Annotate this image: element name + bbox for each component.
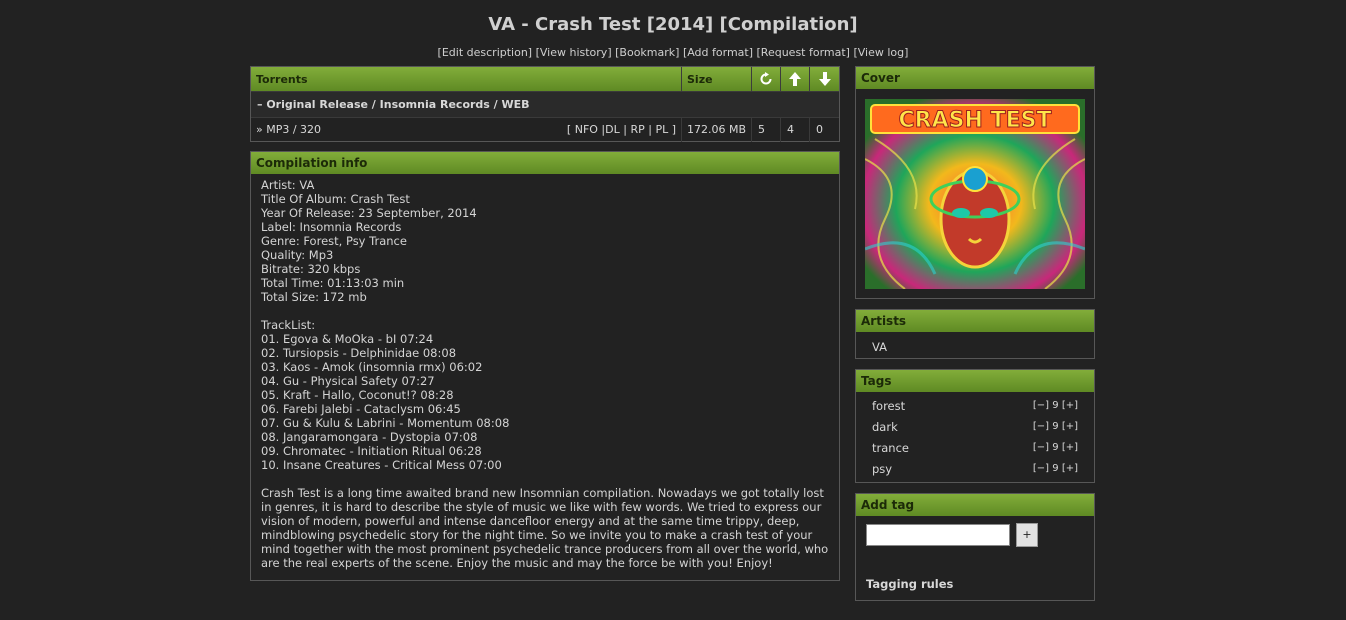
description-line: vision of modern, powerful and intense d… <box>261 514 800 528</box>
header-torrents: Torrents <box>256 72 308 86</box>
compilation-info-box: Compilation info Artist: VA Title Of Alb… <box>250 151 840 581</box>
album-cover-image[interactable]: CRASH TEST <box>865 99 1085 289</box>
info-detail: Quality: Mp3 <box>261 248 334 262</box>
nfo-link[interactable]: NFO <box>575 123 598 136</box>
seeders-count: 4 <box>780 117 809 142</box>
track-item: 04. Gu - Physical Safety 07:27 <box>261 374 435 388</box>
track-item: 02. Tursiopsis - Delphinidae 08:08 <box>261 346 457 360</box>
request-format-link[interactable]: [Request format] <box>757 46 850 59</box>
info-detail: Artist: VA <box>261 178 315 192</box>
track-item: 05. Kraft - Hallo, Coconut!? 08:28 <box>261 388 454 402</box>
tags-title: Tags <box>856 370 1094 392</box>
tag-link[interactable]: forest <box>872 399 905 413</box>
torrent-format-row: » MP3 / 320 [ NFO |DL | RP | PL ] 172.06… <box>251 117 839 142</box>
torrent-size: 172.06 MB <box>681 117 751 142</box>
tag-item: forest [−] 9 [+] <box>856 395 1094 416</box>
track-item: 07. Gu & Kulu & Labrini - Momentum 08:08 <box>261 416 510 430</box>
cover-title: Cover <box>856 67 1094 89</box>
track-item: 10. Insane Creatures - Critical Mess 07:… <box>261 458 502 472</box>
tag-vote-down[interactable]: [−] <box>1033 421 1049 432</box>
add-tag-box: Add tag + Tagging rules <box>855 493 1095 601</box>
track-item: 01. Egova & MoOka - bI 07:24 <box>261 332 434 346</box>
view-history-link[interactable]: [View history] <box>536 46 612 59</box>
tag-link[interactable]: dark <box>872 420 898 434</box>
info-detail: Genre: Forest, Psy Trance <box>261 234 407 248</box>
info-detail: Year Of Release: 23 September, 2014 <box>261 206 477 220</box>
format-link[interactable]: » MP3 / 320 <box>256 123 321 136</box>
cover-box: Cover CRASH TEST <box>855 66 1095 299</box>
add-tag-title: Add tag <box>856 494 1094 516</box>
tagging-rules-link[interactable]: Tagging rules <box>866 577 953 591</box>
snatches-header <box>751 67 780 91</box>
artists-box: Artists VA <box>855 309 1095 359</box>
tag-vote-up[interactable]: [+] <box>1062 463 1078 474</box>
tag-item: trance [−] 9 [+] <box>856 437 1094 458</box>
add-format-link[interactable]: [Add format] <box>683 46 753 59</box>
track-item: 08. Jangaramongara - Dystopia 07:08 <box>261 430 478 444</box>
compilation-info-body: Artist: VA Title Of Album: Crash Test Ye… <box>251 174 839 570</box>
tag-item: dark [−] 9 [+] <box>856 416 1094 437</box>
description-line: mind together with the most prominent ps… <box>261 542 829 556</box>
tag-link[interactable]: trance <box>872 441 909 455</box>
artist-link[interactable]: VA <box>856 332 1094 354</box>
view-log-link[interactable]: [View log] <box>853 46 908 59</box>
rp-link[interactable]: RP <box>630 123 644 136</box>
description-line: Crash Test is a long time awaited brand … <box>261 486 824 500</box>
tag-link[interactable]: psy <box>872 462 892 476</box>
edition-group-row[interactable]: – Original Release / Insomnia Records / … <box>251 91 839 117</box>
info-detail: Total Time: 01:13:03 min <box>261 276 405 290</box>
tag-count: 9 <box>1052 400 1059 411</box>
arrow-up-icon <box>789 72 801 86</box>
artists-title: Artists <box>856 310 1094 332</box>
track-item: 09. Chromatec - Initiation Ritual 06:28 <box>261 444 482 458</box>
tag-vote-up[interactable]: [+] <box>1062 400 1078 411</box>
edit-description-link[interactable]: [Edit description] <box>438 46 533 59</box>
seeders-header <box>780 67 809 91</box>
dl-link[interactable]: DL <box>605 123 620 136</box>
torrent-table: Torrents Size – Original Release / Insom… <box>250 66 840 142</box>
track-item: 06. Farebi Jalebi - Cataclysm 06:45 <box>261 402 461 416</box>
page-title: VA - Crash Test [2014] [Compilation] <box>488 14 858 35</box>
add-tag-button[interactable]: + <box>1016 523 1038 547</box>
tag-count: 9 <box>1052 442 1059 453</box>
tag-vote-up[interactable]: [+] <box>1062 442 1078 453</box>
tag-vote-down[interactable]: [−] <box>1033 463 1049 474</box>
tag-item: psy [−] 9 [+] <box>856 458 1094 479</box>
info-detail: Title Of Album: Crash Test <box>261 192 410 206</box>
description-line: in genres, it is hard to describe the st… <box>261 500 822 514</box>
leechers-header <box>809 67 839 91</box>
torrent-actions: [ NFO |DL | RP | PL ] <box>566 123 676 136</box>
tag-vote-up[interactable]: [+] <box>1062 421 1078 432</box>
leechers-count: 0 <box>809 117 839 142</box>
tracklist-title: TrackList: <box>261 318 316 332</box>
action-links: [Edit description] [View history] [Bookm… <box>0 46 1346 59</box>
compilation-info-title: Compilation info <box>251 152 839 174</box>
tag-count: 9 <box>1052 421 1059 432</box>
refresh-icon <box>760 72 772 85</box>
torrent-table-header: Torrents Size <box>251 67 839 91</box>
tag-count: 9 <box>1052 463 1059 474</box>
tags-list: forest [−] 9 [+] dark [−] 9 [+] trance [… <box>856 392 1094 479</box>
description-line: mindblowing psychedelic story for the ni… <box>261 528 813 542</box>
info-detail: Bitrate: 320 kbps <box>261 262 361 276</box>
tags-box: Tags forest [−] 9 [+] dark [−] 9 [+] tra… <box>855 369 1095 483</box>
pl-link[interactable]: PL <box>655 123 668 136</box>
tag-vote-down[interactable]: [−] <box>1033 400 1049 411</box>
info-detail: Total Size: 172 mb <box>261 290 367 304</box>
track-item: 03. Kaos - Amok (insomnia rmx) 06:02 <box>261 360 483 374</box>
arrow-down-icon <box>818 72 831 86</box>
info-detail: Label: Insomnia Records <box>261 220 402 234</box>
snatches-count: 5 <box>751 117 780 142</box>
tag-vote-down[interactable]: [−] <box>1033 442 1049 453</box>
add-tag-input[interactable] <box>866 524 1010 546</box>
cover-text: CRASH TEST <box>899 108 1052 133</box>
bookmark-link[interactable]: [Bookmark] <box>615 46 679 59</box>
header-size: Size <box>681 67 751 91</box>
description-line: are the real experts of the scene. Enjoy… <box>261 556 773 570</box>
